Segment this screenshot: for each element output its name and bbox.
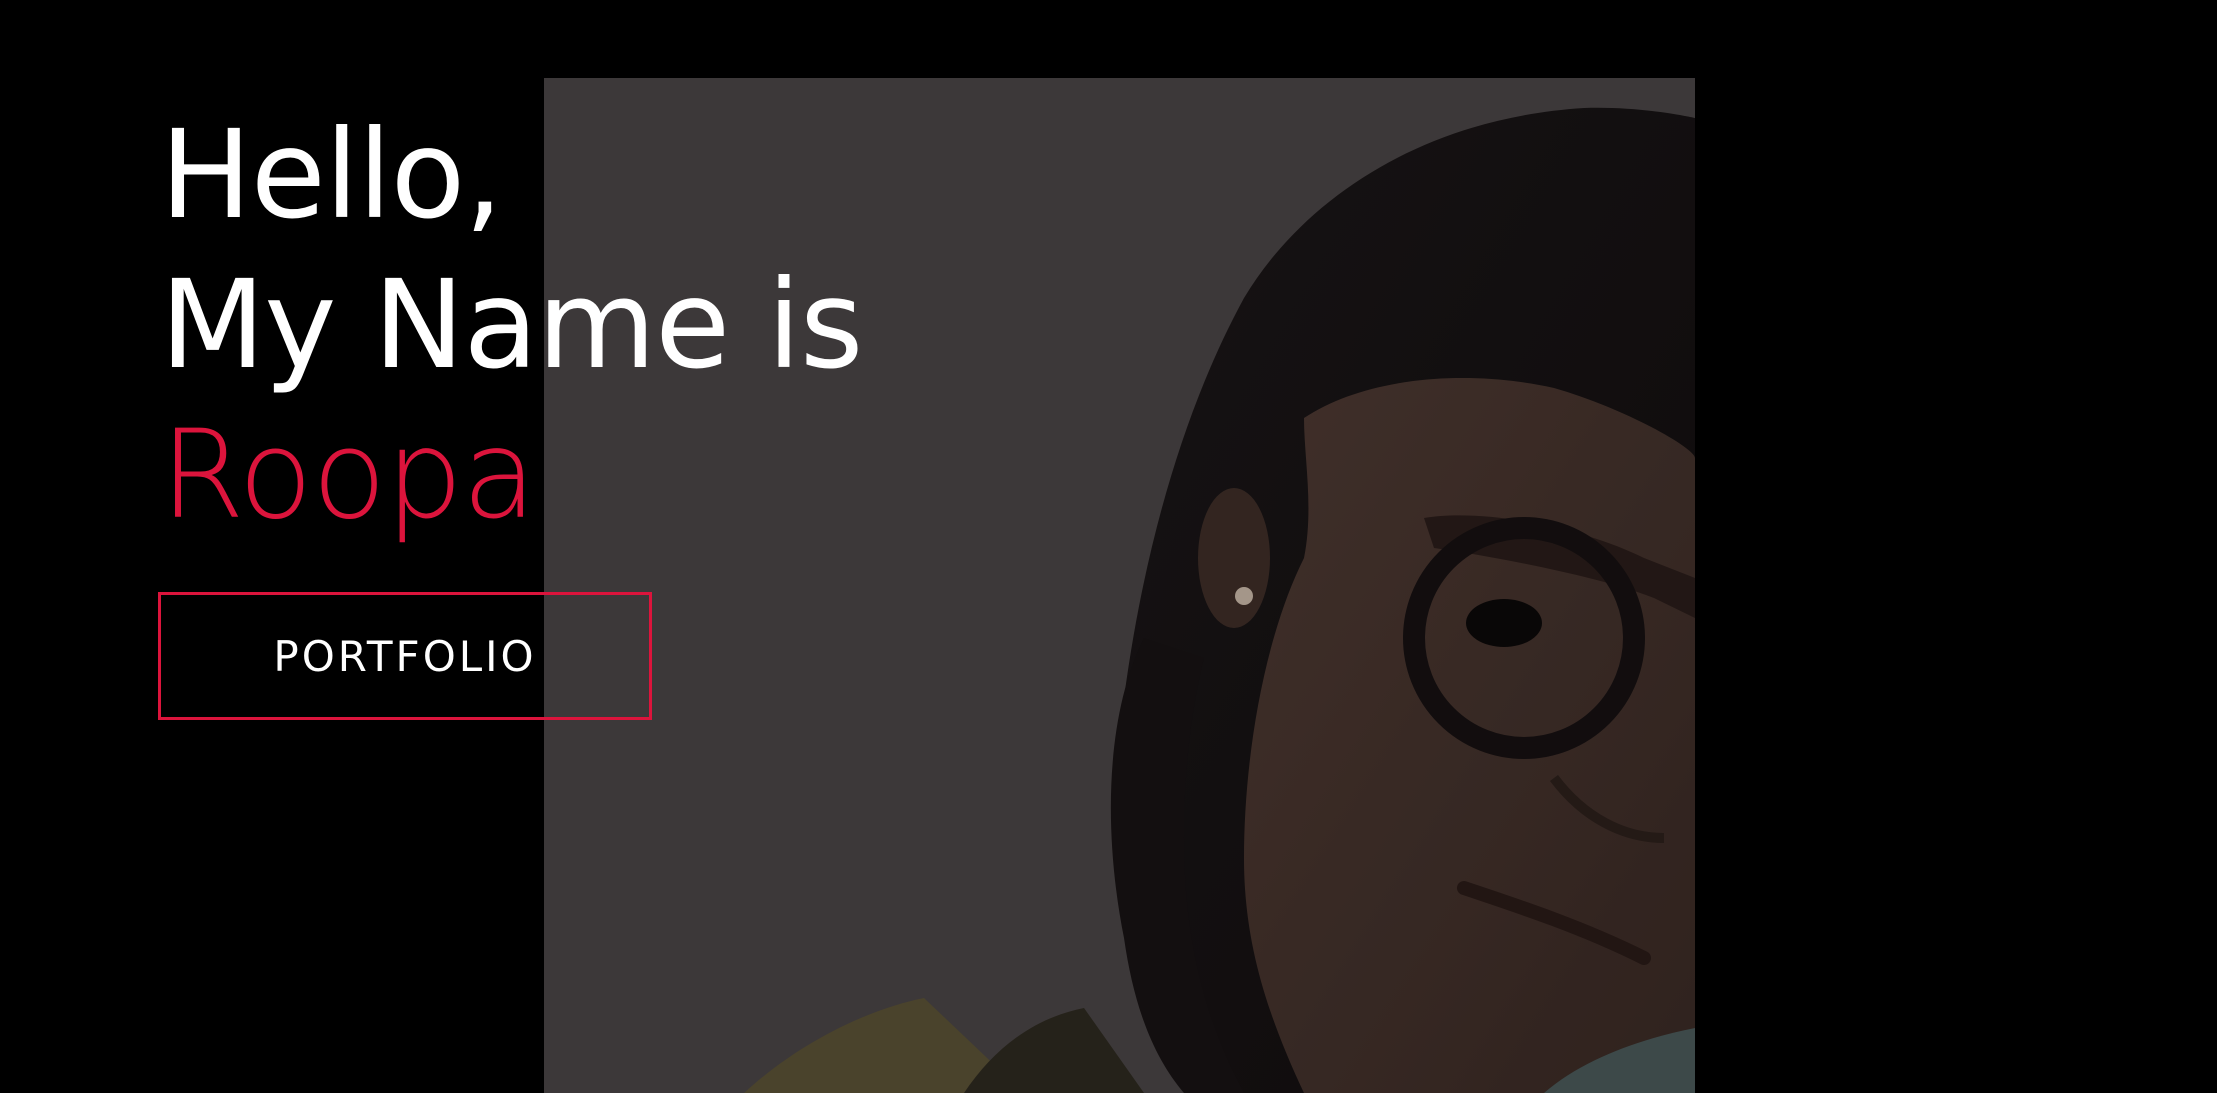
greeting-text: Hello, bbox=[160, 104, 503, 246]
hero-headline: Hello, My Name is Roopa bbox=[160, 100, 863, 550]
portfolio-button[interactable]: PORTFOLIO bbox=[158, 592, 652, 720]
hero-section: Hello, My Name is Roopa PORTFOLIO bbox=[0, 0, 2217, 1093]
intro-text: My Name is bbox=[160, 254, 863, 396]
name-text: Roopa bbox=[160, 404, 537, 546]
